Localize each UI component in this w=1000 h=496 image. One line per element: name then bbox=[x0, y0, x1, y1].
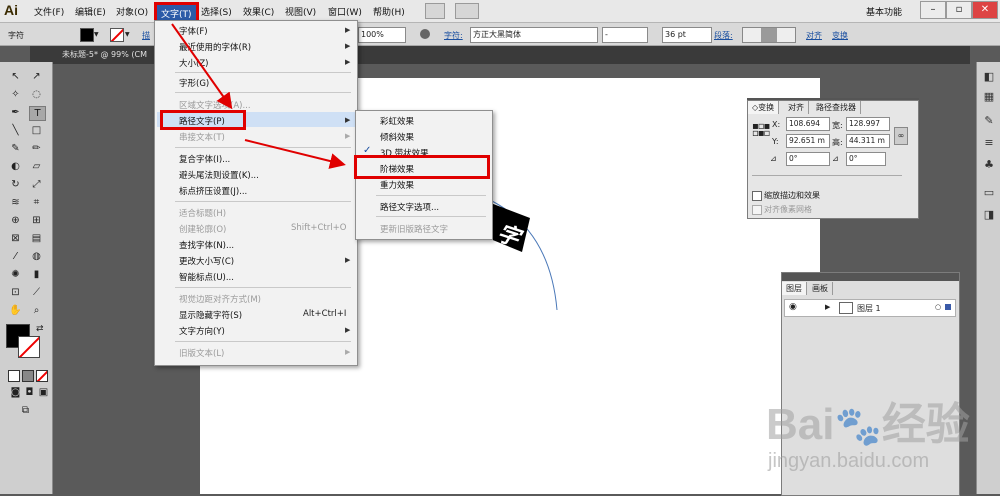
target-circle-icon[interactable]: ○ bbox=[935, 303, 941, 311]
align-pixel-checkbox[interactable] bbox=[752, 205, 762, 215]
appearance-panel-icon[interactable]: ▭ bbox=[982, 186, 996, 200]
baidu-watermark: Bai🐾经验 bbox=[766, 388, 970, 452]
layer-row[interactable]: ◉ ▶ 图层 1 ○ bbox=[784, 299, 956, 317]
reference-point-icon[interactable]: ▪▫▪ ▫▪▫ bbox=[752, 122, 770, 139]
shear-icon: ⊿ bbox=[832, 154, 839, 163]
transform-panel: ◇变换 对齐 路径查找器 ▪▫▪ ▫▪▫ X: 108.694 宽: 128.99… bbox=[747, 100, 919, 219]
watermark-url: jingyan.baidu.com bbox=[768, 450, 930, 472]
color-panel-icon[interactable]: ◧ bbox=[982, 70, 996, 84]
tab-align[interactable]: 对齐 bbox=[784, 101, 809, 114]
stroke-panel-icon[interactable]: ≡ bbox=[982, 136, 996, 150]
right-dock: ◧ ▦ ✎ ≡ ♣ ▭ ◨ bbox=[976, 62, 1000, 494]
tab-transform[interactable]: ◇变换 bbox=[748, 101, 780, 114]
y-label: Y: bbox=[772, 137, 779, 146]
width-label: 宽: bbox=[832, 121, 843, 130]
y-field[interactable]: 92.651 m bbox=[786, 134, 830, 148]
watermark-brand: Bai bbox=[766, 400, 835, 449]
panel-separator bbox=[752, 175, 902, 176]
selection-square-icon[interactable] bbox=[945, 304, 951, 310]
watermark-brand-cn: 经验 bbox=[881, 400, 970, 449]
width-field[interactable]: 128.997 bbox=[846, 117, 890, 131]
shear-field[interactable]: 0° bbox=[846, 152, 886, 166]
symbols-panel-icon[interactable]: ♣ bbox=[982, 158, 996, 172]
height-label: 高: bbox=[832, 138, 843, 147]
constrain-link-icon[interactable]: ∞ bbox=[894, 127, 908, 145]
brushes-panel-icon[interactable]: ✎ bbox=[982, 114, 996, 128]
paw-icon: 🐾 bbox=[834, 406, 882, 448]
visibility-eye-icon[interactable]: ◉ bbox=[789, 302, 797, 312]
layer-thumbnail bbox=[839, 302, 853, 314]
expand-triangle-icon[interactable]: ▶ bbox=[825, 303, 830, 311]
align-pixel-label: 对齐像素网格 bbox=[764, 205, 812, 214]
rotate-field[interactable]: 0° bbox=[786, 152, 830, 166]
scale-strokes-checkbox[interactable] bbox=[752, 191, 762, 201]
tab-artboards[interactable]: 画板 bbox=[808, 282, 833, 295]
x-label: X: bbox=[772, 120, 781, 129]
rotate-icon: ⊿ bbox=[770, 154, 777, 163]
height-field[interactable]: 44.311 m bbox=[846, 134, 890, 148]
tab-pathfinder[interactable]: 路径查找器 bbox=[812, 101, 861, 114]
tab-layers[interactable]: 图层 bbox=[782, 282, 807, 295]
graphic-styles-panel-icon[interactable]: ◨ bbox=[982, 208, 996, 222]
x-field[interactable]: 108.694 bbox=[786, 117, 830, 131]
panel-grip[interactable] bbox=[782, 273, 959, 281]
swatches-panel-icon[interactable]: ▦ bbox=[982, 90, 996, 104]
layer-name[interactable]: 图层 1 bbox=[857, 303, 881, 314]
scale-strokes-label: 缩放描边和效果 bbox=[764, 191, 820, 200]
